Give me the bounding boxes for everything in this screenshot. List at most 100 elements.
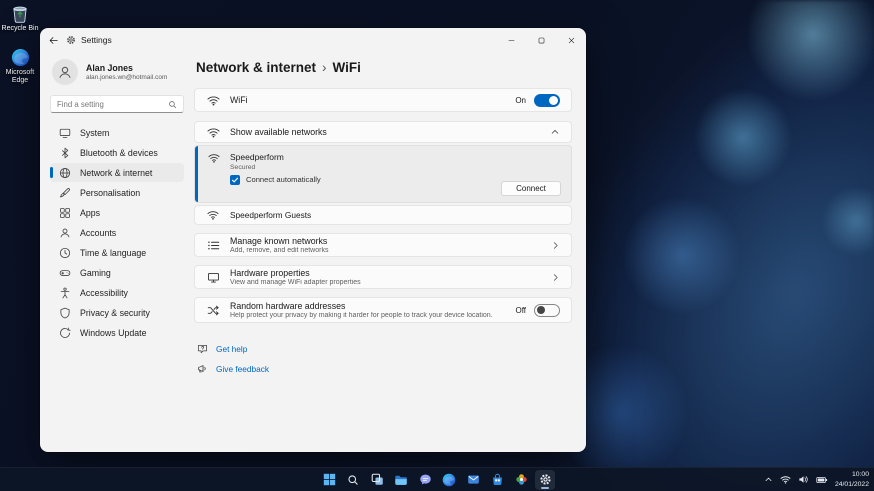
- feedback-icon: [197, 363, 208, 374]
- desktop-icon-label: Microsoft Edge: [0, 69, 43, 85]
- connect-automatically-checkbox[interactable]: [230, 175, 240, 185]
- window-title: Settings: [81, 35, 112, 45]
- manage-known-networks-row[interactable]: Manage known networks Add, remove, and e…: [194, 233, 572, 257]
- start-button[interactable]: [319, 470, 339, 490]
- sidebar-item-windows-update[interactable]: Windows Update: [50, 323, 184, 342]
- get-help-label: Get help: [216, 344, 247, 354]
- sidebar-item-privacy-security[interactable]: Privacy & security: [50, 303, 184, 322]
- wifi-toggle-row: WiFi On: [194, 88, 572, 112]
- tray-wifi-icon[interactable]: [780, 474, 791, 485]
- taskbar-clock[interactable]: 10:00 24/01/2022: [835, 470, 869, 488]
- bluetooth-icon: [58, 146, 71, 159]
- settings-taskbar-button[interactable]: [535, 470, 555, 490]
- manage-networks-subtitle: Add, remove, and edit networks: [230, 247, 541, 254]
- list-icon: [206, 239, 220, 252]
- back-button[interactable]: [40, 28, 66, 52]
- tray-chevron-up-icon[interactable]: [764, 475, 773, 484]
- chevron-up-icon[interactable]: [550, 127, 560, 137]
- sidebar-item-label: Time & language: [80, 248, 146, 258]
- help-icon: [197, 343, 208, 354]
- search-icon: [168, 100, 177, 109]
- sidebar-item-label: Accessibility: [80, 288, 128, 298]
- connect-button[interactable]: Connect: [501, 181, 561, 196]
- random-hardware-addresses-row: Random hardware addresses Help protect y…: [194, 297, 572, 323]
- photos-icon: [515, 473, 528, 486]
- file-explorer-icon: [394, 473, 408, 487]
- desktop-icon-recycle-bin[interactable]: Recycle Bin: [0, 4, 43, 33]
- tray-volume-icon[interactable]: [798, 474, 809, 485]
- shield-icon: [58, 306, 71, 319]
- store-button[interactable]: [487, 470, 507, 490]
- personalisation-icon: [58, 186, 71, 199]
- maximize-button[interactable]: [526, 28, 556, 52]
- edge-icon: [11, 48, 30, 67]
- network-speedperform[interactable]: Speedperform Secured Connect automatical…: [194, 145, 572, 203]
- sidebar-item-label: System: [80, 128, 109, 138]
- network-security: Secured: [230, 164, 284, 171]
- edge-button[interactable]: [439, 470, 459, 490]
- sidebar-item-personalisation[interactable]: Personalisation: [50, 183, 184, 202]
- network-name: Speedperform: [230, 152, 284, 162]
- show-available-networks-row[interactable]: Show available networks: [194, 121, 572, 143]
- chevron-right-icon: [551, 241, 560, 250]
- app-title: Settings: [66, 35, 112, 45]
- accessibility-icon: [58, 286, 71, 299]
- sidebar-item-label: Accounts: [80, 228, 116, 238]
- random-hw-toggle[interactable]: [534, 304, 560, 317]
- sidebar-item-accounts[interactable]: Accounts: [50, 223, 184, 242]
- tray-battery-icon[interactable]: [816, 474, 828, 486]
- wifi-toggle[interactable]: [534, 94, 560, 107]
- sidebar-item-label: Gaming: [80, 268, 111, 278]
- close-button[interactable]: [556, 28, 586, 52]
- accounts-icon: [58, 226, 71, 239]
- mail-button[interactable]: [463, 470, 483, 490]
- photos-button[interactable]: [511, 470, 531, 490]
- apps-icon: [58, 206, 71, 219]
- minimize-button[interactable]: [496, 28, 526, 52]
- task-view-icon: [371, 473, 384, 486]
- network-speedperform-guests[interactable]: Speedperform Guests: [194, 205, 572, 225]
- clock-date: 24/01/2022: [835, 480, 869, 489]
- guest-network-name: Speedperform Guests: [230, 210, 311, 220]
- sidebar-item-time-language[interactable]: Time & language: [50, 243, 184, 262]
- task-view-button[interactable]: [367, 470, 387, 490]
- connect-automatically-label: Connect automatically: [246, 175, 321, 184]
- give-feedback-link[interactable]: Give feedback: [197, 363, 572, 374]
- sidebar-item-system[interactable]: System: [50, 123, 184, 142]
- wifi-icon: [206, 94, 220, 107]
- breadcrumb: Network & internet › WiFi: [196, 60, 572, 75]
- taskbar-search-button[interactable]: [343, 470, 363, 490]
- hardware-icon: [206, 271, 220, 284]
- chat-button[interactable]: [415, 470, 435, 490]
- sidebar-item-label: Apps: [80, 208, 100, 218]
- hardware-properties-row[interactable]: Hardware properties View and manage WiFi…: [194, 265, 572, 289]
- store-icon: [491, 473, 504, 486]
- shuffle-icon: [206, 304, 220, 317]
- sidebar-item-bluetooth-devices[interactable]: Bluetooth & devices: [50, 143, 184, 162]
- chevron-right-icon: [551, 273, 560, 282]
- wifi-label: WiFi: [230, 95, 248, 105]
- file-explorer-button[interactable]: [391, 470, 411, 490]
- sidebar-item-accessibility[interactable]: Accessibility: [50, 283, 184, 302]
- sidebar-item-apps[interactable]: Apps: [50, 203, 184, 222]
- search-input[interactable]: [57, 100, 168, 109]
- wifi-icon: [206, 209, 220, 221]
- breadcrumb-separator: ›: [322, 60, 327, 75]
- sidebar-nav: System Bluetooth & devices Network & int…: [50, 123, 184, 342]
- start-icon: [323, 473, 336, 486]
- get-help-link[interactable]: Get help: [197, 343, 572, 354]
- desktop-icon-microsoft-edge[interactable]: Microsoft Edge: [0, 48, 43, 85]
- give-feedback-label: Give feedback: [216, 364, 269, 374]
- settings-gear-icon: [539, 473, 552, 486]
- sidebar-item-label: Privacy & security: [80, 308, 150, 318]
- sidebar-item-network-internet[interactable]: Network & internet: [50, 163, 184, 182]
- wifi-networks-icon: [206, 126, 220, 139]
- sidebar-item-gaming[interactable]: Gaming: [50, 263, 184, 282]
- desktop: Recycle Bin Microsoft Edge Settings: [0, 0, 874, 491]
- breadcrumb-parent[interactable]: Network & internet: [196, 60, 316, 75]
- random-hw-subtitle: Help protect your privacy by making it h…: [230, 312, 505, 319]
- search-box[interactable]: [50, 95, 184, 113]
- profile-email: alan.jones.wn@hotmail.com: [86, 74, 167, 81]
- page-title: WiFi: [333, 60, 361, 75]
- profile[interactable]: Alan Jones alan.jones.wn@hotmail.com: [50, 54, 184, 95]
